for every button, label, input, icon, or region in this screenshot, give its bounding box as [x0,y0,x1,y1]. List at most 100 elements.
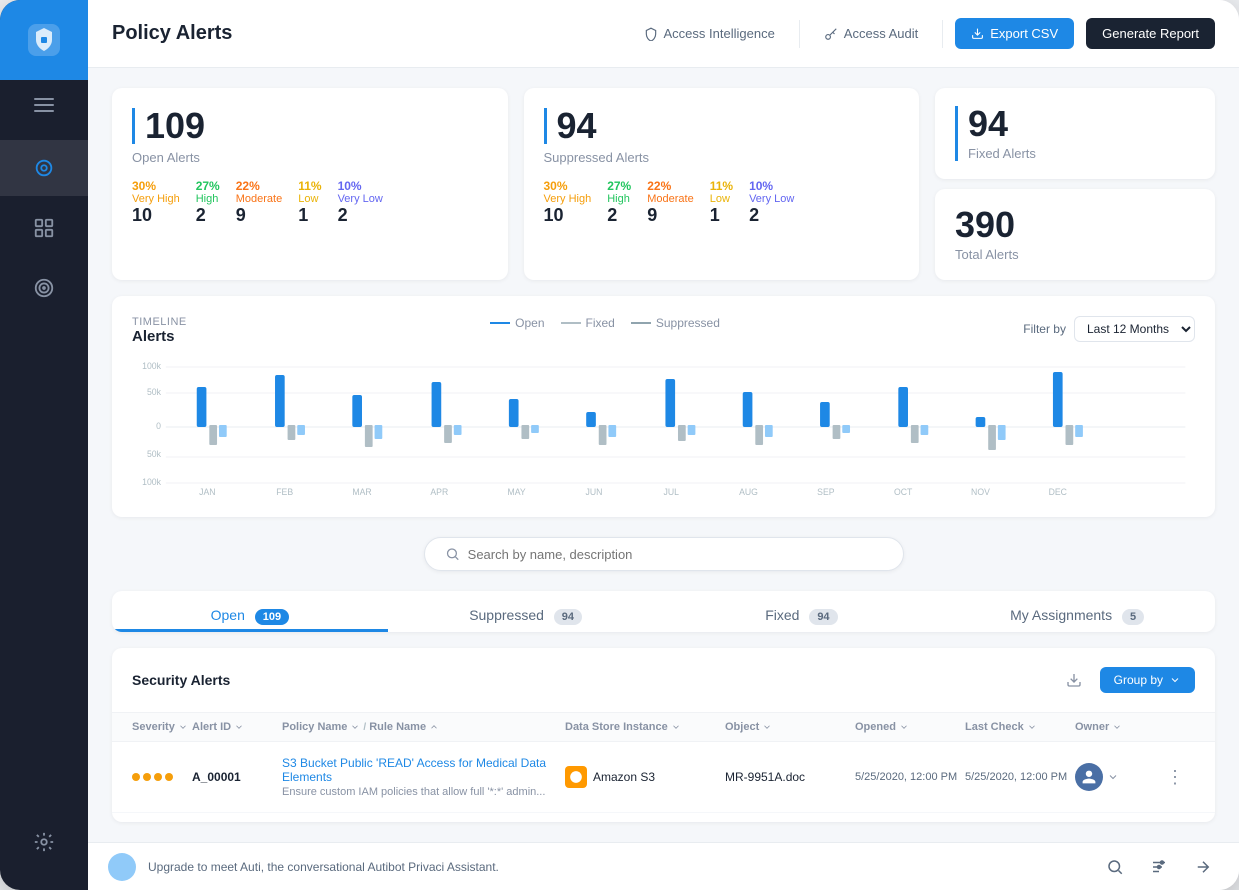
severity-dots-1 [132,773,192,781]
main-content: Policy Alerts Access Intelligence Access… [88,0,1239,890]
legend-suppressed: Suppressed [631,316,720,330]
chart-filter: Filter by Last 12 Months Last 6 Months L… [1023,316,1195,342]
chart-title-section: Timeline Alerts [132,316,187,345]
access-audit-label: Access Audit [844,26,918,41]
sup-very-high: 30% Very High 10 [544,179,592,226]
generate-report-button[interactable]: Generate Report [1086,18,1215,49]
forward-bottom-icon[interactable] [1187,851,1219,883]
download-icon [971,27,984,40]
sort-icon [899,722,909,732]
header-actions: Access Intelligence Access Audit Export … [632,18,1215,49]
search-section [112,533,1215,575]
sup-very-low: 10% Very Low 2 [749,179,794,226]
tab-suppressed[interactable]: Suppressed 94 [388,591,664,632]
suppressed-alerts-count: 94 [557,108,900,144]
legend-open-line [490,322,510,324]
export-csv-button[interactable]: Export CSV [955,18,1074,49]
data-store-1: Amazon S3 [565,766,725,788]
svg-text:OCT: OCT [894,487,913,497]
col-alert-id: Alert ID [192,721,282,733]
chart-svg: 100k 50k 0 50k 100k [132,357,1195,497]
chart-section: Timeline Alerts Open Fixed [112,296,1215,517]
table-row: A_00001 S3 Bucket Public 'READ' Access f… [112,742,1215,813]
dot-4 [165,773,173,781]
table-title: Security Alerts [132,672,230,688]
sort-icon [178,722,188,732]
amazon-s3-icon [565,766,587,788]
sidebar-item-settings[interactable] [0,814,88,870]
auti-badge [108,853,136,881]
row-menu-1[interactable]: ⋮ [1155,767,1195,788]
expand-icon-1[interactable] [1107,771,1119,783]
chart-timeline-label: Timeline [132,316,187,328]
legend-suppressed-line [631,322,651,324]
tabs-bar: Open 109 Suppressed 94 Fixed 94 My Assig… [112,591,1215,632]
suppressed-alerts-card: 94 Suppressed Alerts 30% Very High 10 27… [524,88,920,280]
table-download-icon[interactable] [1058,664,1090,696]
column-headers: Severity Alert ID Policy Name / Rule Nam… [112,713,1215,742]
sort-icon [671,722,681,732]
fixed-alerts-label: Fixed Alerts [968,146,1036,161]
group-by-button[interactable]: Group by [1100,667,1195,693]
fixed-alerts-card: 94 Fixed Alerts [935,88,1215,179]
sidebar [0,0,88,890]
owner-1 [1075,763,1155,791]
app-logo[interactable] [0,0,88,80]
tab-fixed[interactable]: Fixed 94 [664,591,940,632]
access-intelligence-link[interactable]: Access Intelligence [632,20,787,47]
search-box [424,537,904,571]
table-header: Security Alerts Group by [112,648,1215,713]
policy-desc-1: Ensure custom IAM policies that allow fu… [282,786,565,798]
policy-cell-1: S3 Bucket Public 'READ' Access for Medic… [282,756,565,798]
svg-text:NOV: NOV [971,487,990,497]
chart-area: 100k 50k 0 50k 100k [132,357,1195,497]
svg-text:0: 0 [156,421,161,431]
sidebar-item-grid[interactable] [0,200,88,256]
sort-icon [234,722,244,732]
col-last-check: Last Check [965,721,1075,733]
hamburger-menu[interactable] [0,80,88,130]
sidebar-item-policy[interactable] [0,140,88,196]
data-store-name-1: Amazon S3 [593,770,655,784]
owner-avatar-1 [1075,763,1103,791]
search-bottom-icon[interactable] [1099,851,1131,883]
chevron-down-icon [1169,674,1181,686]
search-icon [445,546,460,562]
tab-my-assignments[interactable]: My Assignments 5 [939,591,1215,632]
content-area: 109 Open Alerts 30% Very High 10 27% Hig… [88,68,1239,842]
total-alerts-label: Total Alerts [955,247,1019,262]
open-very-low: 10% Very Low 2 [338,179,383,226]
chart-title: Alerts [132,328,187,345]
search-input[interactable] [468,547,883,562]
time-filter-select[interactable]: Last 12 Months Last 6 Months Last 3 Mont… [1074,316,1195,342]
open-low: 11% Low 1 [298,179,321,226]
open-alerts-card: 109 Open Alerts 30% Very High 10 27% Hig… [112,88,508,280]
opened-1: 5/25/2020, 12:00 PM [855,771,965,783]
filter-bottom-icon[interactable] [1143,851,1175,883]
alert-id-1: A_00001 [192,770,282,784]
open-alerts-breakdown: 30% Very High 10 27% High 2 22% Moderate [132,179,488,226]
suppressed-tab-badge: 94 [554,609,582,625]
chart-header: Timeline Alerts Open Fixed [132,316,1195,345]
page-title: Policy Alerts [112,22,632,45]
tab-open[interactable]: Open 109 [112,591,388,632]
svg-text:JUN: JUN [585,487,602,497]
svg-text:JAN: JAN [199,487,215,497]
sidebar-item-target[interactable] [0,260,88,316]
sup-moderate: 22% Moderate 9 [647,179,693,226]
svg-text:50k: 50k [147,387,162,397]
open-alerts-count: 109 [145,108,488,144]
table-row: A_00001 Scan SMB 10893_partial Ensure th… [112,813,1215,822]
policy-name-1[interactable]: S3 Bucket Public 'READ' Access for Medic… [282,756,565,784]
shield-icon [644,27,658,41]
sup-high: 27% High 2 [607,179,631,226]
svg-text:MAR: MAR [352,487,371,497]
access-audit-link[interactable]: Access Audit [812,20,930,47]
svg-text:FEB: FEB [276,487,293,497]
svg-text:100k: 100k [142,361,161,371]
bottom-bar-text: Upgrade to meet Auti, the conversational… [148,860,1087,874]
sort-icon [1027,722,1037,732]
bottom-bar: Upgrade to meet Auti, the conversational… [88,842,1239,890]
table-section: Security Alerts Group by [112,648,1215,822]
sort-icon [762,722,772,732]
